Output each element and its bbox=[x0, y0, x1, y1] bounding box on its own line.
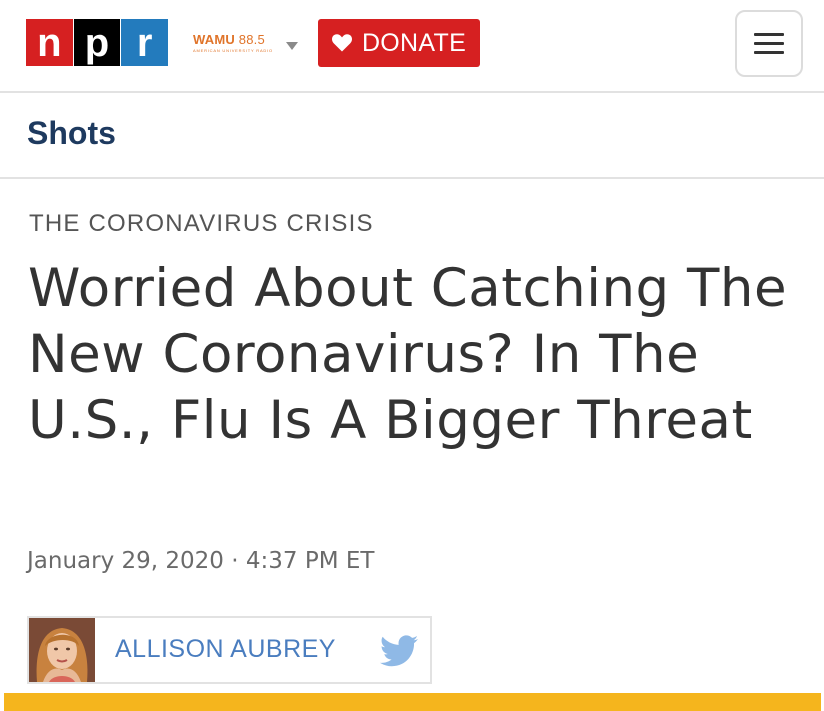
section-title-link[interactable]: Shots bbox=[27, 115, 116, 152]
article-kicker-link[interactable]: THE CORONAVIRUS CRISIS bbox=[29, 210, 374, 238]
author-avatar[interactable] bbox=[29, 618, 95, 682]
author-byline: ALLISON AUBREY bbox=[27, 616, 432, 684]
logo-letter-p: p bbox=[73, 19, 121, 66]
twitter-icon[interactable] bbox=[380, 635, 418, 667]
hamburger-menu-icon-bar bbox=[754, 33, 784, 36]
hamburger-menu-icon-bar bbox=[754, 51, 784, 54]
section-bar: Shots bbox=[0, 95, 824, 179]
station-subtitle: AMERICAN UNIVERSITY RADIO bbox=[193, 48, 273, 53]
donate-button[interactable]: DONATE bbox=[318, 19, 480, 67]
chevron-down-icon[interactable] bbox=[286, 42, 298, 50]
heart-icon bbox=[331, 34, 352, 52]
hamburger-menu-icon-bar bbox=[754, 42, 784, 45]
logo-letter-r: r bbox=[121, 19, 169, 66]
accent-banner-strip bbox=[4, 693, 821, 711]
hamburger-menu-button[interactable] bbox=[735, 10, 803, 77]
npr-logo[interactable]: n p r bbox=[26, 19, 169, 66]
article-dateline: January 29, 2020 · 4:37 PM ET bbox=[27, 548, 375, 574]
donate-label: DONATE bbox=[361, 28, 467, 57]
author-name-link[interactable]: ALLISON AUBREY bbox=[115, 635, 336, 664]
station-selector[interactable]: WAMU 88.5 AMERICAN UNIVERSITY RADIO bbox=[193, 32, 299, 58]
station-name: WAMU 88.5 bbox=[193, 32, 265, 47]
station-frequency: 88.5 bbox=[238, 32, 265, 47]
article-headline: Worried About Catching The New Coronavir… bbox=[28, 258, 788, 451]
logo-letter-n: n bbox=[26, 19, 73, 66]
station-name-bold: WAMU bbox=[193, 32, 235, 47]
site-header: n p r WAMU 88.5 AMERICAN UNIVERSITY RADI… bbox=[0, 0, 824, 93]
